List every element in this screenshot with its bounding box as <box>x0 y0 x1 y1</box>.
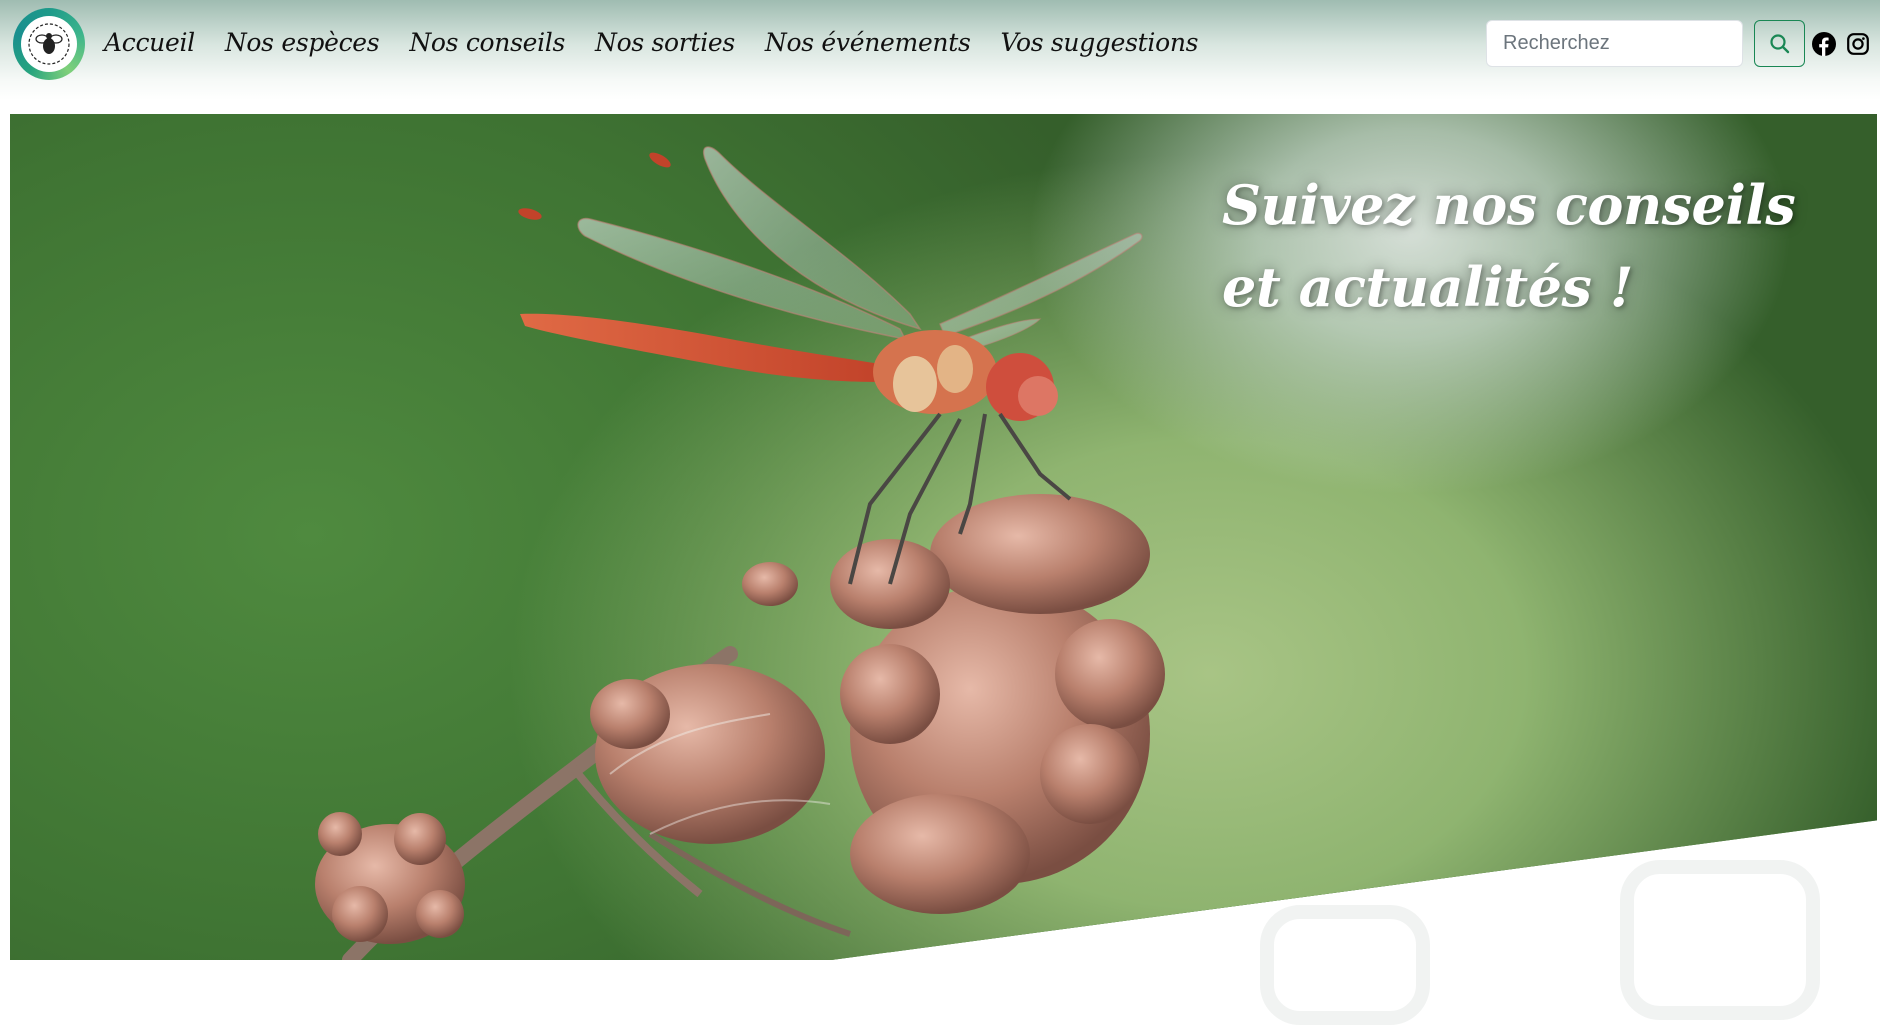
nav-nos-especes[interactable]: Nos espèces <box>225 26 380 60</box>
nav-nos-conseils[interactable]: Nos conseils <box>409 26 565 60</box>
bee-icon <box>28 23 70 65</box>
nav-accueil[interactable]: Accueil <box>104 26 195 60</box>
main-nav: Accueil Nos espèces Nos conseils Nos sor… <box>104 26 1228 60</box>
nav-nos-evenements[interactable]: Nos événements <box>765 26 971 60</box>
flower-cluster-small <box>315 812 465 944</box>
nav-vos-suggestions[interactable]: Vos suggestions <box>1001 26 1199 60</box>
facebook-link[interactable] <box>1811 31 1837 57</box>
background-decoration <box>1260 905 1430 1025</box>
hero-banner: Suivez nos conseils et actualités ! <box>10 114 1877 960</box>
site-header: Accueil Nos espèces Nos conseils Nos sor… <box>0 0 1880 100</box>
hero-title: Suivez nos conseils et actualités ! <box>1222 173 1796 319</box>
site-logo[interactable] <box>13 8 85 80</box>
search-input[interactable] <box>1486 20 1743 67</box>
facebook-icon <box>1812 32 1836 56</box>
nav-nos-sorties[interactable]: Nos sorties <box>595 26 735 60</box>
instagram-link[interactable] <box>1845 31 1871 57</box>
logo-emblem <box>21 16 77 72</box>
instagram-icon <box>1847 33 1869 55</box>
background-decoration <box>1620 860 1820 1020</box>
search-button[interactable] <box>1754 20 1805 67</box>
search-icon <box>1769 33 1789 53</box>
